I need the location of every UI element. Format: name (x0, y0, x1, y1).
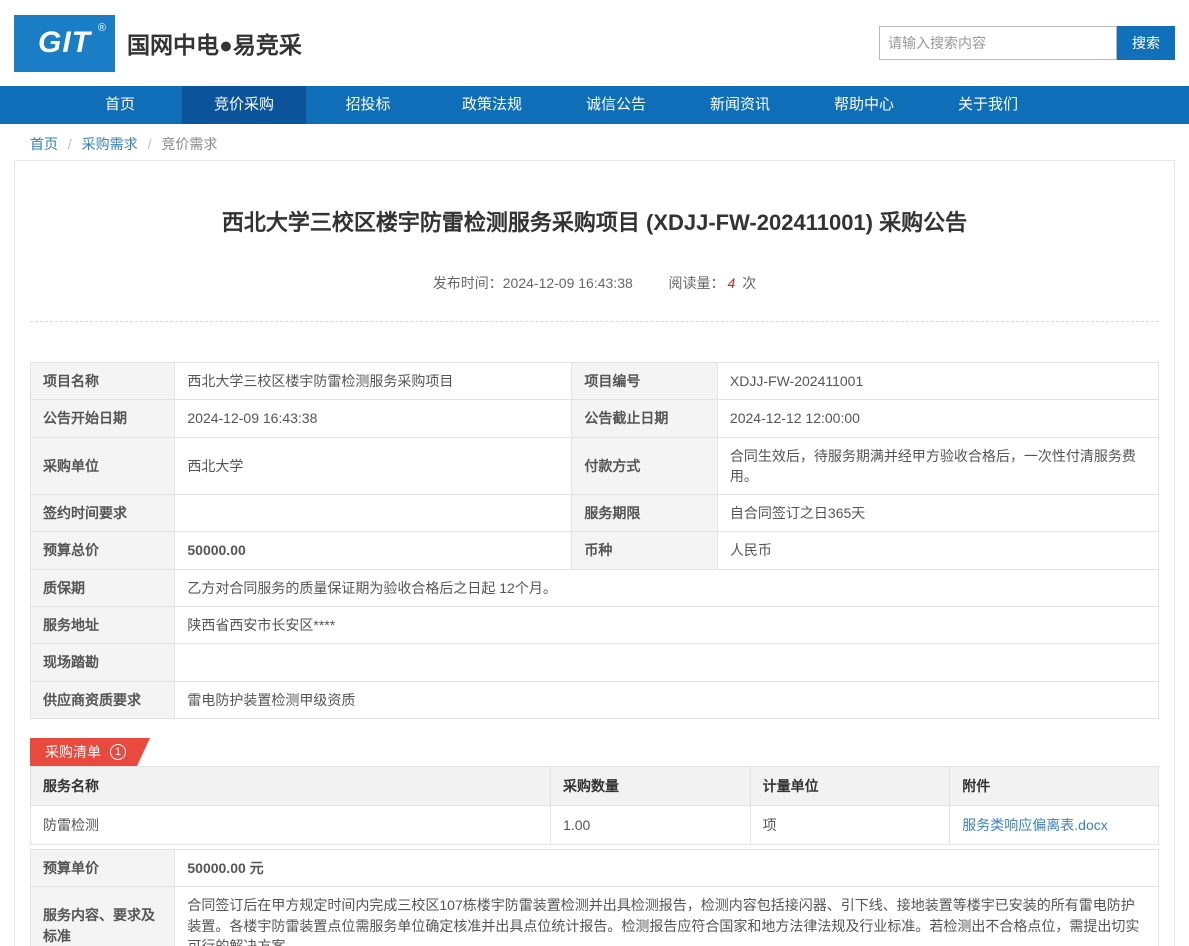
field-label: 公告开始日期 (31, 400, 175, 437)
views-count: 4 (728, 275, 736, 291)
breadcrumb-current: 竞价需求 (161, 136, 217, 152)
table-row: 预算单价 50000.00 元 (31, 849, 1159, 886)
search-input[interactable] (879, 26, 1117, 60)
unit-cell: 项 (750, 805, 950, 844)
field-label: 币种 (572, 532, 718, 569)
breadcrumb: 首页 / 采购需求 / 竞价需求 (30, 134, 1189, 154)
column-header: 附件 (950, 766, 1159, 805)
announcement-card: 西北大学三校区楼宇防雷检测服务采购项目 (XDJJ-FW-202411001) … (14, 160, 1175, 946)
field-label: 采购单位 (31, 437, 175, 495)
nav-item-help-center[interactable]: 帮助中心 (802, 86, 926, 124)
field-value: 合同生效后，待服务期满并经甲方验收合格后，一次性付清服务费用。 (717, 437, 1158, 495)
publish-time-label: 发布时间： (433, 275, 503, 291)
nav-item-about-us[interactable]: 关于我们 (926, 86, 1050, 124)
nav-item-tender[interactable]: 招投标 (306, 86, 430, 124)
nav-item-integrity-notice[interactable]: 诚信公告 (554, 86, 678, 124)
field-label: 服务内容、要求及标准 (31, 887, 175, 946)
nav-item-home[interactable]: 首页 (58, 86, 182, 124)
site-title: 国网中电●易竞采 (127, 26, 302, 60)
table-row: 服务地址 陕西省西安市长安区**** (31, 607, 1159, 644)
budget-total-value: 50000.00 (175, 532, 572, 569)
field-value: 乙方对合同服务的质量保证期为验收合格后之日起 12个月。 (175, 569, 1159, 606)
table-row: 质保期 乙方对合同服务的质量保证期为验收合格后之日起 12个月。 (31, 569, 1159, 606)
table-row: 现场踏勘 (31, 644, 1159, 681)
field-value: 西北大学 (175, 437, 572, 495)
table-header-row: 服务名称 采购数量 计量单位 附件 (31, 766, 1159, 805)
table-row: 供应商资质要求 雷电防护装置检测甲级资质 (31, 681, 1159, 718)
field-value (175, 644, 1159, 681)
logo-text: GIT (38, 26, 91, 60)
field-label: 项目名称 (31, 363, 175, 400)
purchase-list-tag: 采购清单 1 (30, 738, 150, 766)
purchase-list-tag-label: 采购清单 (45, 742, 101, 762)
search-button[interactable]: 搜索 (1117, 26, 1175, 60)
table-row: 项目名称 西北大学三校区楼宇防雷检测服务采购项目 项目编号 XDJJ-FW-20… (31, 363, 1159, 400)
field-label: 签约时间要求 (31, 495, 175, 532)
quantity-cell: 1.00 (551, 805, 751, 844)
field-value: 合同签订后在甲方规定时间内完成三校区107栋楼宇防雷装置检测并出具检测报告，检测… (175, 887, 1159, 946)
table-row: 签约时间要求 服务期限 自合同签订之日365天 (31, 495, 1159, 532)
page-title: 西北大学三校区楼宇防雷检测服务采购项目 (XDJJ-FW-202411001) … (30, 205, 1159, 237)
field-label: 供应商资质要求 (31, 681, 175, 718)
field-label: 服务期限 (572, 495, 718, 532)
field-label: 预算单价 (31, 849, 175, 886)
column-header: 服务名称 (31, 766, 551, 805)
site-logo[interactable]: GIT ® (14, 15, 115, 72)
breadcrumb-separator: / (68, 136, 72, 152)
table-row: 公告开始日期 2024-12-09 16:43:38 公告截止日期 2024-1… (31, 400, 1159, 437)
field-value: 雷电防护装置检测甲级资质 (175, 681, 1159, 718)
field-label: 公告截止日期 (572, 400, 718, 437)
field-label: 付款方式 (572, 437, 718, 495)
attachment-cell: 服务类响应偏离表.docx (950, 805, 1159, 844)
table-row: 采购单位 西北大学 付款方式 合同生效后，待服务期满并经甲方验收合格后，一次性付… (31, 437, 1159, 495)
project-info-table: 项目名称 西北大学三校区楼宇防雷检测服务采购项目 项目编号 XDJJ-FW-20… (30, 362, 1159, 719)
publish-time-value: 2024-12-09 16:43:38 (503, 275, 633, 291)
top-header: GIT ® 国网中电●易竞采 搜索 (0, 0, 1189, 86)
field-label: 服务地址 (31, 607, 175, 644)
table-row: 服务内容、要求及标准 合同签订后在甲方规定时间内完成三校区107栋楼宇防雷装置检… (31, 887, 1159, 946)
main-nav: 首页 竞价采购 招投标 政策法规 诚信公告 新闻资讯 帮助中心 关于我们 (0, 86, 1189, 124)
publish-info: 发布时间：2024-12-09 16:43:38 阅读量：4 次 (30, 273, 1159, 293)
breadcrumb-home[interactable]: 首页 (30, 136, 58, 152)
nav-item-bidding-purchase[interactable]: 竞价采购 (182, 86, 306, 124)
field-value: 人民币 (717, 532, 1158, 569)
attachment-link[interactable]: 服务类响应偏离表.docx (962, 817, 1107, 833)
field-value (175, 495, 572, 532)
breadcrumb-purchase-demand[interactable]: 采购需求 (82, 136, 138, 152)
field-value: 2024-12-09 16:43:38 (175, 400, 572, 437)
nav-item-news[interactable]: 新闻资讯 (678, 86, 802, 124)
field-value: XDJJ-FW-202411001 (717, 363, 1158, 400)
field-label: 现场踏勘 (31, 644, 175, 681)
views-label: 阅读量： (669, 275, 725, 291)
field-value: 2024-12-12 12:00:00 (717, 400, 1158, 437)
views-unit: 次 (742, 275, 756, 291)
nav-item-policies[interactable]: 政策法规 (430, 86, 554, 124)
service-name-cell: 防雷检测 (31, 805, 551, 844)
unit-price-value: 50000.00 元 (175, 849, 1159, 886)
field-label: 项目编号 (572, 363, 718, 400)
field-value: 西北大学三校区楼宇防雷检测服务采购项目 (175, 363, 572, 400)
detail-info-table: 预算单价 50000.00 元 服务内容、要求及标准 合同签订后在甲方规定时间内… (30, 849, 1159, 946)
table-row: 防雷检测 1.00 项 服务类响应偏离表.docx (31, 805, 1159, 844)
dashed-divider (30, 321, 1159, 322)
table-row: 预算总价 50000.00 币种 人民币 (31, 532, 1159, 569)
search-bar: 搜索 (879, 26, 1175, 60)
field-value: 自合同签订之日365天 (717, 495, 1158, 532)
column-header: 计量单位 (750, 766, 950, 805)
purchase-list-count-badge: 1 (110, 744, 126, 760)
field-value: 陕西省西安市长安区**** (175, 607, 1159, 644)
field-label: 预算总价 (31, 532, 175, 569)
purchase-list-table: 服务名称 采购数量 计量单位 附件 防雷检测 1.00 项 服务类响应偏离表.d… (30, 766, 1159, 845)
field-label: 质保期 (31, 569, 175, 606)
column-header: 采购数量 (551, 766, 751, 805)
registered-trademark-icon: ® (98, 22, 107, 34)
breadcrumb-separator: / (148, 136, 152, 152)
